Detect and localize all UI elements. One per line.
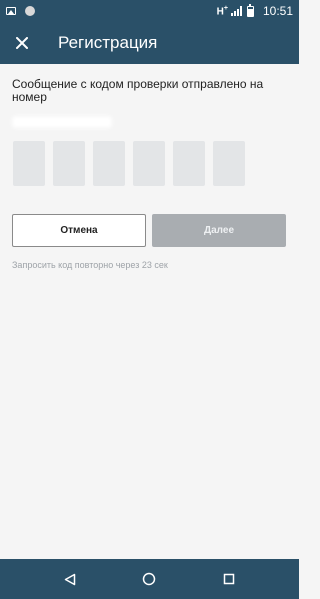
battery-icon [246,3,254,17]
circle-icon [25,6,35,16]
status-bar: H+ 10:51 [0,0,299,22]
next-button[interactable]: Далее [152,214,286,247]
page-title: Регистрация [58,33,158,52]
signal-icon [230,6,242,16]
code-digit-1[interactable] [13,141,45,186]
nav-recents-button[interactable] [214,564,244,594]
code-digit-4[interactable] [133,141,165,186]
code-digit-5[interactable] [173,141,205,186]
phone-number-redacted [12,116,112,128]
code-digit-2[interactable] [53,141,85,186]
registration-screen: H+ 10:51 Регистрация Сообщение с кодом п… [0,0,299,599]
network-type: H+ [216,4,228,18]
close-icon [16,37,28,49]
back-icon [64,573,76,585]
close-button[interactable] [0,22,44,64]
code-input-group [13,141,245,186]
main-content: Сообщение с кодом проверки отправлено на… [0,64,299,559]
nav-back-button[interactable] [55,564,85,594]
verification-message: Сообщение с кодом проверки отправлено на… [12,77,264,104]
code-digit-3[interactable] [93,141,125,186]
system-nav-bar [0,559,299,599]
app-bar: Регистрация [0,22,299,64]
image-icon [6,7,16,15]
cancel-button[interactable]: Отмена [12,214,146,247]
recents-icon [223,573,235,585]
home-icon [143,572,156,586]
nav-home-button[interactable] [134,564,164,594]
code-digit-6[interactable] [213,141,245,186]
resend-code-text: Запросить код повторно через 23 сек [12,260,168,270]
status-time: 10:51 [262,4,293,18]
